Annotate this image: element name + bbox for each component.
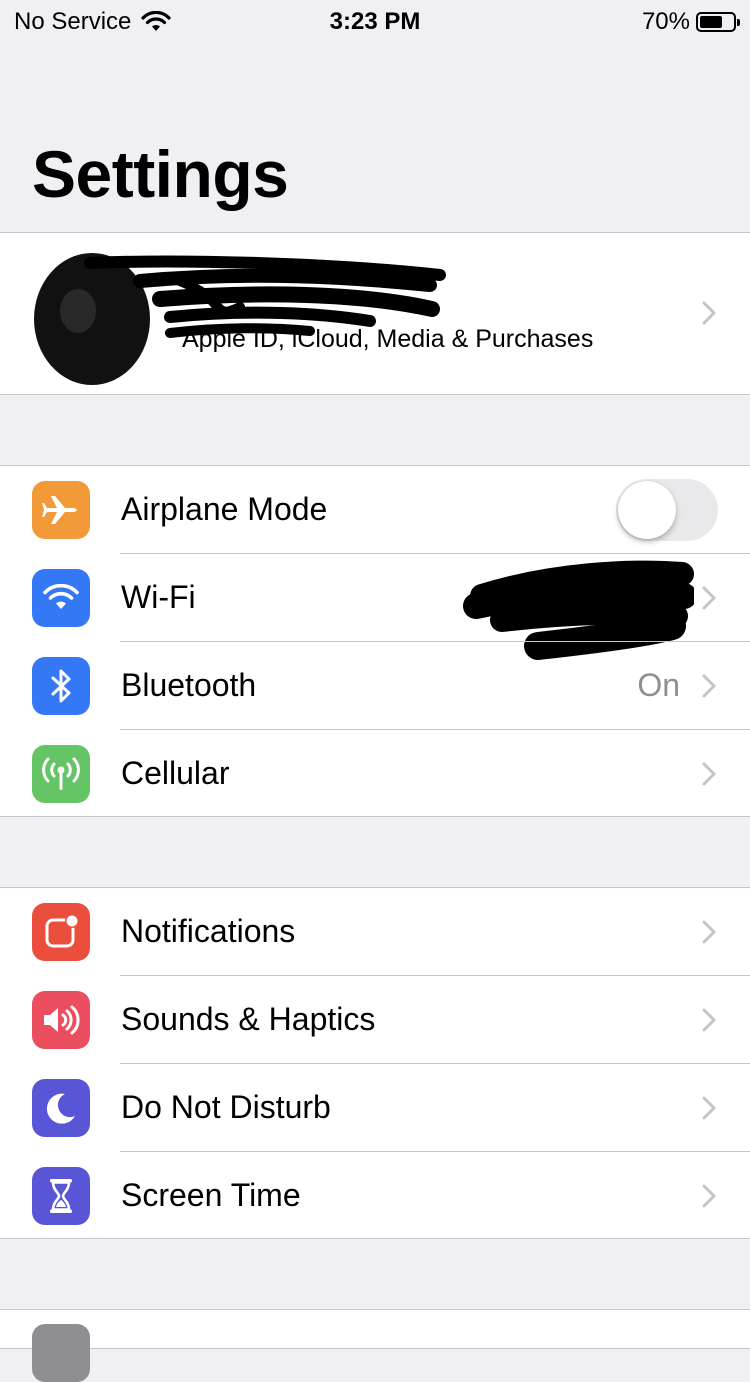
- airplane-tile: [32, 481, 90, 539]
- chevron-right-icon: [702, 1008, 716, 1032]
- battery-percent: 70%: [641, 8, 690, 35]
- wifi-tile: [32, 569, 90, 627]
- chevron-right-icon: [702, 586, 716, 610]
- row-wifi[interactable]: Wi-Fi: [0, 554, 750, 660]
- status-bar: No Service 3:23 PM 70%: [0, 0, 750, 40]
- redaction-scribble: [34, 253, 446, 385]
- profile-subtitle: Apple ID, iCloud, Media & Purchases: [182, 325, 594, 353]
- row-airplane-mode: Airplane Mode: [0, 466, 750, 554]
- row-sounds-haptics[interactable]: Sounds & Haptics: [0, 976, 750, 1064]
- chevron-right-icon: [702, 1184, 716, 1208]
- bluetooth-icon: [51, 669, 71, 703]
- settings-group-general-partial: [0, 1309, 750, 1382]
- row-label-wifi: Wi-Fi: [121, 579, 196, 615]
- screen-time-tile: [32, 1167, 90, 1225]
- antenna-icon: [42, 757, 80, 790]
- row-value-bluetooth: On: [637, 667, 680, 703]
- cellular-tile: [32, 745, 90, 803]
- bluetooth-tile: [32, 657, 90, 715]
- row-notifications[interactable]: Notifications: [0, 888, 750, 976]
- airplane-mode-toggle[interactable]: [616, 479, 718, 541]
- sounds-tile: [32, 991, 90, 1049]
- row-bluetooth[interactable]: Bluetooth On: [0, 642, 750, 730]
- notifications-icon: [45, 914, 79, 948]
- profile-row[interactable]: Apple ID, iCloud, Media & Purchases: [0, 233, 750, 394]
- airplane-icon: [42, 496, 77, 524]
- row-label-airplane-mode: Airplane Mode: [121, 491, 328, 527]
- page-title: Settings: [32, 137, 289, 211]
- row-label-bluetooth: Bluetooth: [121, 667, 257, 703]
- status-right: 70%: [641, 8, 740, 36]
- row-label-screen-time: Screen Time: [121, 1177, 301, 1213]
- speaker-icon: [44, 1005, 80, 1035]
- row-do-not-disturb[interactable]: Do Not Disturb: [0, 1064, 750, 1152]
- chevron-right-icon: [702, 920, 716, 944]
- hourglass-icon: [50, 1179, 72, 1213]
- row-label-sounds-haptics: Sounds & Haptics: [121, 1001, 376, 1037]
- dnd-tile: [32, 1079, 90, 1137]
- battery-fill: [700, 16, 722, 28]
- row-label-cellular: Cellular: [121, 755, 230, 791]
- notifications-tile: [32, 903, 90, 961]
- settings-group-connectivity: Airplane Mode Wi-Fi Bluetooth On Cellula…: [0, 465, 750, 817]
- chevron-right-icon: [702, 762, 716, 786]
- settings-group-notifications: Notifications Sounds & Haptics Do Not Di…: [0, 887, 750, 1239]
- moon-icon: [46, 1093, 75, 1124]
- gear-icon: [32, 1324, 90, 1382]
- status-time: 3:23 PM: [329, 8, 421, 35]
- chevron-right-icon: [702, 674, 716, 698]
- row-label-do-not-disturb: Do Not Disturb: [121, 1089, 331, 1125]
- row-label-notifications: Notifications: [121, 913, 296, 949]
- chevron-right-icon: [702, 1096, 716, 1120]
- profile-cell[interactable]: Apple ID, iCloud, Media & Purchases: [0, 232, 750, 395]
- toggle-knob: [618, 481, 676, 539]
- row-cellular[interactable]: Cellular: [0, 730, 750, 818]
- chevron-right-icon: [702, 301, 716, 325]
- battery-cap: [737, 19, 740, 26]
- wifi-icon: [43, 584, 79, 609]
- battery-icon: [696, 12, 740, 32]
- row-screen-time[interactable]: Screen Time: [0, 1152, 750, 1240]
